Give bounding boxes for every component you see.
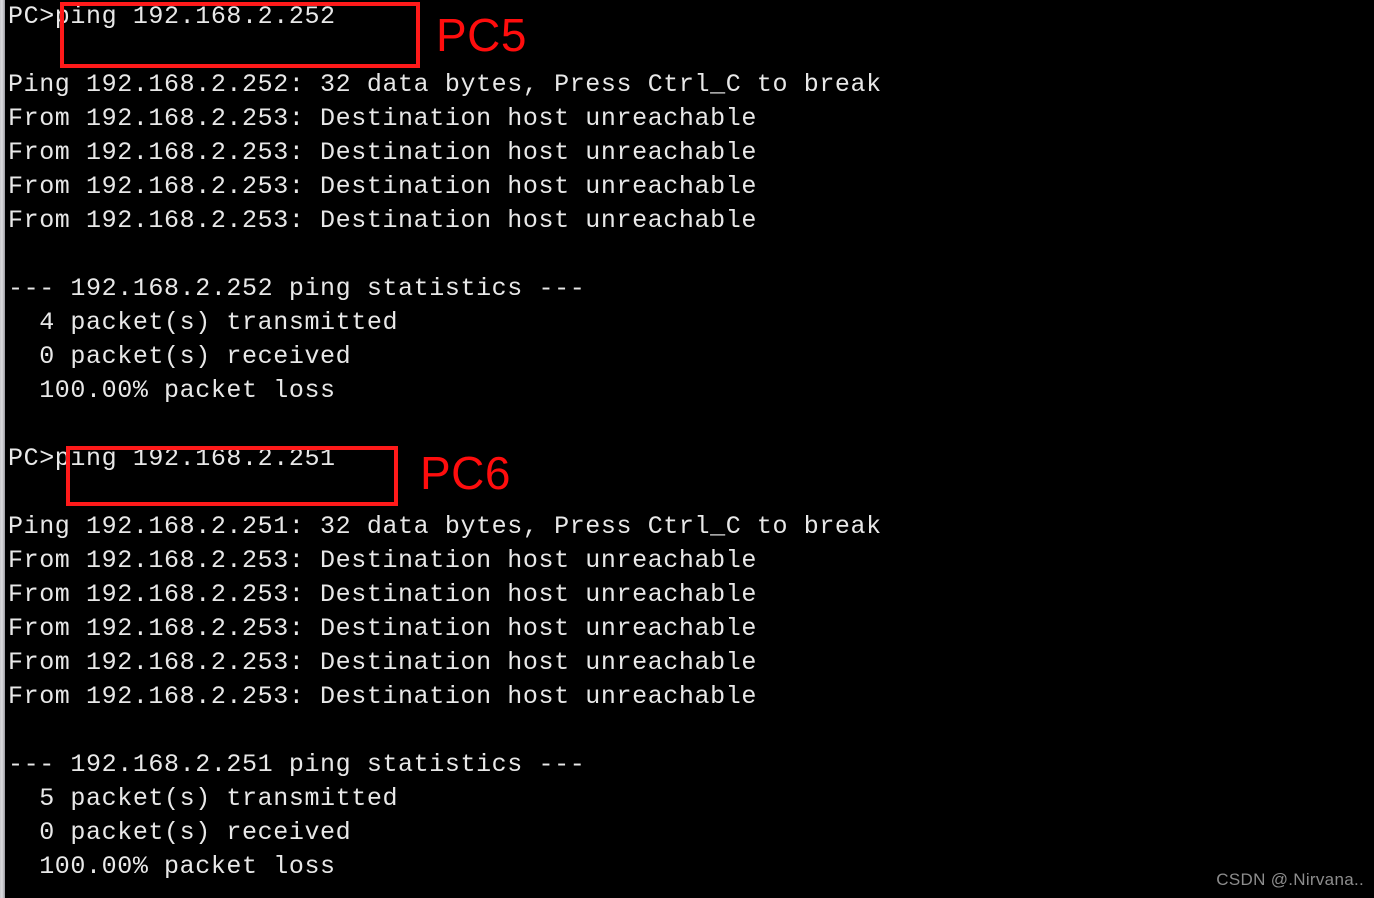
terminal-output-line: From 192.168.2.253: Destination host unr… bbox=[8, 682, 757, 711]
terminal-output-line: From 192.168.2.253: Destination host unr… bbox=[8, 546, 757, 575]
terminal-output-line: 4 packet(s) transmitted bbox=[8, 308, 399, 337]
annotation-label-pc5: PC5 bbox=[436, 9, 527, 61]
terminal-output-line: From 192.168.2.253: Destination host unr… bbox=[8, 648, 757, 677]
watermark: CSDN @.Nirvana.. bbox=[1216, 870, 1364, 889]
terminal-output-line: From 192.168.2.253: Destination host unr… bbox=[8, 580, 757, 609]
terminal-output-line: --- 192.168.2.252 ping statistics --- bbox=[8, 274, 586, 303]
terminal-output-line: --- 192.168.2.251 ping statistics --- bbox=[8, 750, 586, 779]
terminal-output-line: Ping 192.168.2.252: 32 data bytes, Press… bbox=[8, 70, 882, 99]
annotation-label-pc6: PC6 bbox=[420, 447, 511, 499]
terminal-output-line: Ping 192.168.2.251: 32 data bytes, Press… bbox=[8, 512, 882, 541]
terminal-screenshot: PC>ping 192.168.2.252 Ping 192.168.2.252:… bbox=[0, 0, 1374, 898]
terminal-console[interactable]: PC>ping 192.168.2.252 Ping 192.168.2.252:… bbox=[8, 0, 1368, 898]
terminal-output-line: 0 packet(s) received bbox=[8, 818, 352, 847]
terminal-output-line: From 192.168.2.253: Destination host unr… bbox=[8, 172, 757, 201]
window-left-edge bbox=[0, 0, 5, 898]
terminal-command-line: PC>ping 192.168.2.252 bbox=[8, 2, 336, 31]
terminal-output-line: 5 packet(s) transmitted bbox=[8, 784, 399, 813]
terminal-output-line: 100.00% packet loss bbox=[8, 376, 336, 405]
terminal-command-line: PC>ping 192.168.2.251 bbox=[8, 444, 336, 473]
terminal-output: PC>ping 192.168.2.252 Ping 192.168.2.252:… bbox=[8, 0, 1368, 884]
terminal-output-line: 0 packet(s) received bbox=[8, 342, 352, 371]
terminal-output-line: From 192.168.2.253: Destination host unr… bbox=[8, 138, 757, 167]
terminal-output-line: From 192.168.2.253: Destination host unr… bbox=[8, 614, 757, 643]
terminal-output-line: From 192.168.2.253: Destination host unr… bbox=[8, 104, 757, 133]
terminal-output-line: From 192.168.2.253: Destination host unr… bbox=[8, 206, 757, 235]
terminal-output-line: 100.00% packet loss bbox=[8, 852, 336, 881]
